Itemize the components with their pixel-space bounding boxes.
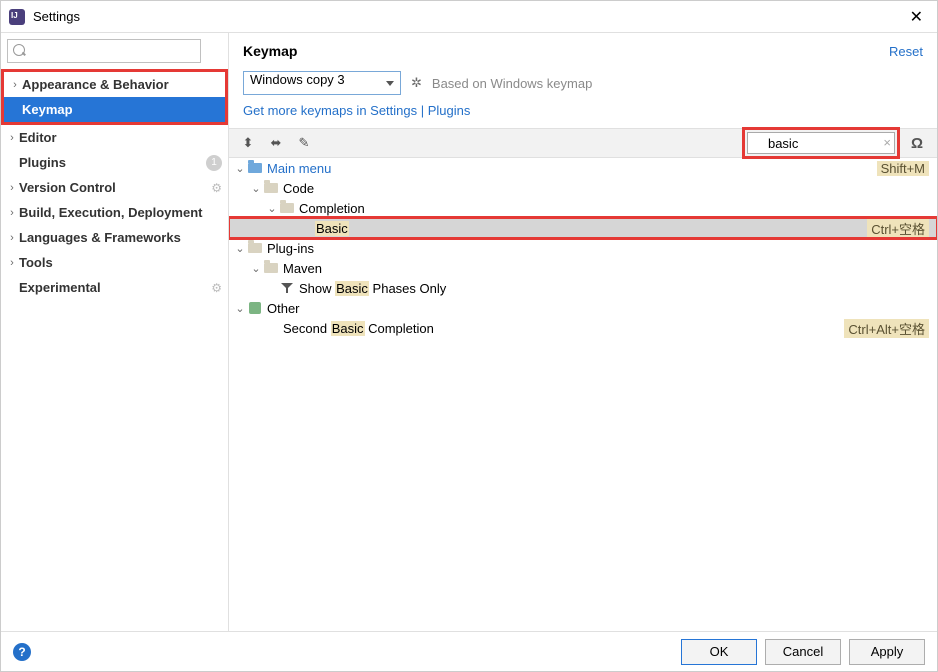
keymap-select[interactable]: Windows copy 3 xyxy=(243,71,401,95)
tree-label: Completion xyxy=(299,201,929,216)
folder-icon xyxy=(280,203,294,213)
search-icon xyxy=(7,39,222,63)
chevron-down-icon[interactable]: ⌄ xyxy=(233,302,247,315)
tree-node-show-basic-phases[interactable]: · Show Basic Phases Only xyxy=(229,278,937,298)
tree-node-completion[interactable]: ⌄ Completion xyxy=(229,198,937,218)
gear-icon: ⚙ xyxy=(211,281,222,295)
tree-node-other[interactable]: ⌄ Other xyxy=(229,298,937,318)
sidebar-item-label: Editor xyxy=(19,130,222,145)
tree-node-main-menu[interactable]: ⌄ Main menu Shift+M xyxy=(229,158,937,178)
collapse-all-icon[interactable]: ⬌ xyxy=(267,134,285,152)
find-by-shortcut-icon[interactable]: Ω xyxy=(907,135,927,152)
plugins-link[interactable]: Plugins xyxy=(428,103,471,118)
tree-label: Show Basic Phases Only xyxy=(299,281,929,296)
sidebar-item-label: Languages & Frameworks xyxy=(19,230,222,245)
chevron-down-icon[interactable]: ⌄ xyxy=(233,162,247,175)
keymap-tree[interactable]: ⌄ Main menu Shift+M ⌄ Code ⌄ Completion … xyxy=(229,158,937,631)
shortcut-badge: Ctrl+空格 xyxy=(867,219,929,238)
funnel-icon xyxy=(281,283,293,293)
apply-button[interactable]: Apply xyxy=(849,639,925,665)
chevron-down-icon[interactable]: ⌄ xyxy=(249,182,263,195)
chevron-down-icon[interactable]: ⌄ xyxy=(249,262,263,275)
folder-icon xyxy=(264,263,278,273)
sidebar-item-label: Appearance & Behavior xyxy=(22,77,219,92)
based-on-label: Based on Windows keymap xyxy=(432,76,592,91)
sidebar-item-build[interactable]: › Build, Execution, Deployment xyxy=(1,200,228,225)
tree-node-second-basic[interactable]: · Second Basic Completion Ctrl+Alt+空格 xyxy=(229,318,937,338)
sidebar-item-label: Version Control xyxy=(19,180,211,195)
gear-icon: ⚙ xyxy=(211,181,222,195)
cancel-button[interactable]: Cancel xyxy=(765,639,841,665)
tree-label: Main menu xyxy=(267,161,877,176)
sidebar-item-plugins[interactable]: Plugins 1 xyxy=(1,150,228,175)
chevron-right-icon: › xyxy=(8,79,22,91)
sidebar-item-label: Build, Execution, Deployment xyxy=(19,205,222,220)
sidebar-item-tools[interactable]: › Tools xyxy=(1,250,228,275)
tree-node-maven[interactable]: ⌄ Maven xyxy=(229,258,937,278)
ok-button[interactable]: OK xyxy=(681,639,757,665)
tree-label: Plug-ins xyxy=(267,241,929,256)
chevron-right-icon: › xyxy=(5,132,19,144)
clear-icon[interactable]: × xyxy=(883,135,891,150)
expand-all-icon[interactable]: ⬍ xyxy=(239,134,257,152)
sidebar-item-keymap[interactable]: Keymap xyxy=(4,97,225,122)
edit-icon[interactable]: ✎ xyxy=(295,134,313,152)
chevron-down-icon[interactable]: ⌄ xyxy=(233,242,247,255)
sidebar-item-experimental[interactable]: Experimental ⚙ xyxy=(1,275,228,300)
tree-label: Basic xyxy=(315,221,867,236)
sidebar-item-appearance[interactable]: › Appearance & Behavior xyxy=(4,72,225,97)
help-icon[interactable]: ? xyxy=(13,643,31,661)
sidebar-item-editor[interactable]: › Editor xyxy=(1,125,228,150)
folder-icon xyxy=(264,183,278,193)
reset-link[interactable]: Reset xyxy=(889,44,923,59)
gear-icon[interactable]: ✲ xyxy=(411,75,422,91)
chevron-right-icon: › xyxy=(5,257,19,269)
get-keymaps-link[interactable]: Get more keymaps in Settings xyxy=(243,103,417,118)
count-badge: 1 xyxy=(206,155,222,171)
chevron-right-icon: › xyxy=(5,182,19,194)
tree-label: Second Basic Completion xyxy=(283,321,844,336)
tree-label: Other xyxy=(267,301,929,316)
puzzle-icon xyxy=(249,302,261,314)
tree-label: Maven xyxy=(283,261,929,276)
action-search-input[interactable] xyxy=(747,132,895,154)
sidebar-item-label: Experimental xyxy=(19,280,211,295)
annotation-box: × xyxy=(745,130,897,156)
sidebar-item-version-control[interactable]: › Version Control ⚙ xyxy=(1,175,228,200)
keymap-select-value: Windows copy 3 xyxy=(250,72,345,87)
window-title: Settings xyxy=(33,9,904,24)
page-title: Keymap xyxy=(243,43,889,59)
folder-icon xyxy=(248,243,262,253)
sidebar-item-label: Plugins xyxy=(19,155,206,170)
shortcut-badge: Shift+M xyxy=(877,161,929,176)
chevron-right-icon: › xyxy=(5,232,19,244)
shortcut-badge: Ctrl+Alt+空格 xyxy=(844,319,929,338)
tree-node-plugins[interactable]: ⌄ Plug-ins xyxy=(229,238,937,258)
close-icon[interactable]: ✕ xyxy=(904,7,929,27)
sidebar-item-label: Tools xyxy=(19,255,222,270)
tree-node-code[interactable]: ⌄ Code xyxy=(229,178,937,198)
chevron-right-icon: › xyxy=(5,207,19,219)
tree-node-basic[interactable]: · Basic Ctrl+空格 xyxy=(229,218,937,238)
folder-icon xyxy=(248,163,262,173)
sidebar-item-label: Keymap xyxy=(22,102,219,117)
sidebar-item-languages[interactable]: › Languages & Frameworks xyxy=(1,225,228,250)
app-icon xyxy=(9,9,25,25)
chevron-down-icon[interactable]: ⌄ xyxy=(265,202,279,215)
tree-label: Code xyxy=(283,181,929,196)
sidebar-search-input[interactable] xyxy=(7,39,201,63)
